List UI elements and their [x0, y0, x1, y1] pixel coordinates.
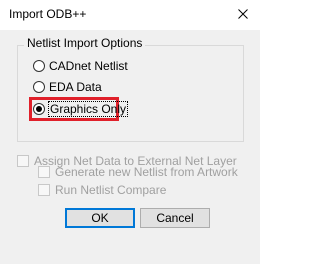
- import-odb-dialog: Import ODB++ Netlist Import Options CADn…: [0, 0, 260, 264]
- radio-graphics-only[interactable]: Graphics Only: [33, 100, 129, 118]
- close-button[interactable]: [232, 3, 254, 25]
- radio-indicator[interactable]: [33, 60, 45, 72]
- checkbox-label-generate: Generate new Netlist from Artwork: [55, 165, 238, 179]
- ok-button[interactable]: OK: [65, 208, 135, 228]
- radio-eda-data[interactable]: EDA Data: [33, 78, 102, 96]
- radio-indicator-selected[interactable]: [33, 103, 45, 115]
- checkbox-run-netlist-compare[interactable]: Run Netlist Compare: [38, 181, 166, 199]
- radio-label-graphics: Graphics Only: [47, 101, 129, 117]
- netlist-options-legend: Netlist Import Options: [24, 36, 146, 50]
- checkbox-generate-netlist[interactable]: Generate new Netlist from Artwork: [38, 163, 238, 181]
- radio-cadnet-netlist[interactable]: CADnet Netlist: [33, 57, 128, 75]
- cancel-button[interactable]: Cancel: [140, 208, 210, 228]
- radio-indicator[interactable]: [33, 81, 45, 93]
- radio-label-eda: EDA Data: [49, 80, 102, 94]
- checkbox-label-run-compare: Run Netlist Compare: [55, 183, 167, 197]
- window-title: Import ODB++: [9, 7, 87, 21]
- radio-label-cadnet: CADnet Netlist: [49, 59, 128, 73]
- close-icon: [238, 9, 248, 19]
- checkbox-indicator[interactable]: [38, 184, 50, 196]
- title-bar: Import ODB++: [0, 0, 260, 30]
- checkbox-indicator[interactable]: [17, 155, 29, 167]
- checkbox-indicator[interactable]: [38, 166, 50, 178]
